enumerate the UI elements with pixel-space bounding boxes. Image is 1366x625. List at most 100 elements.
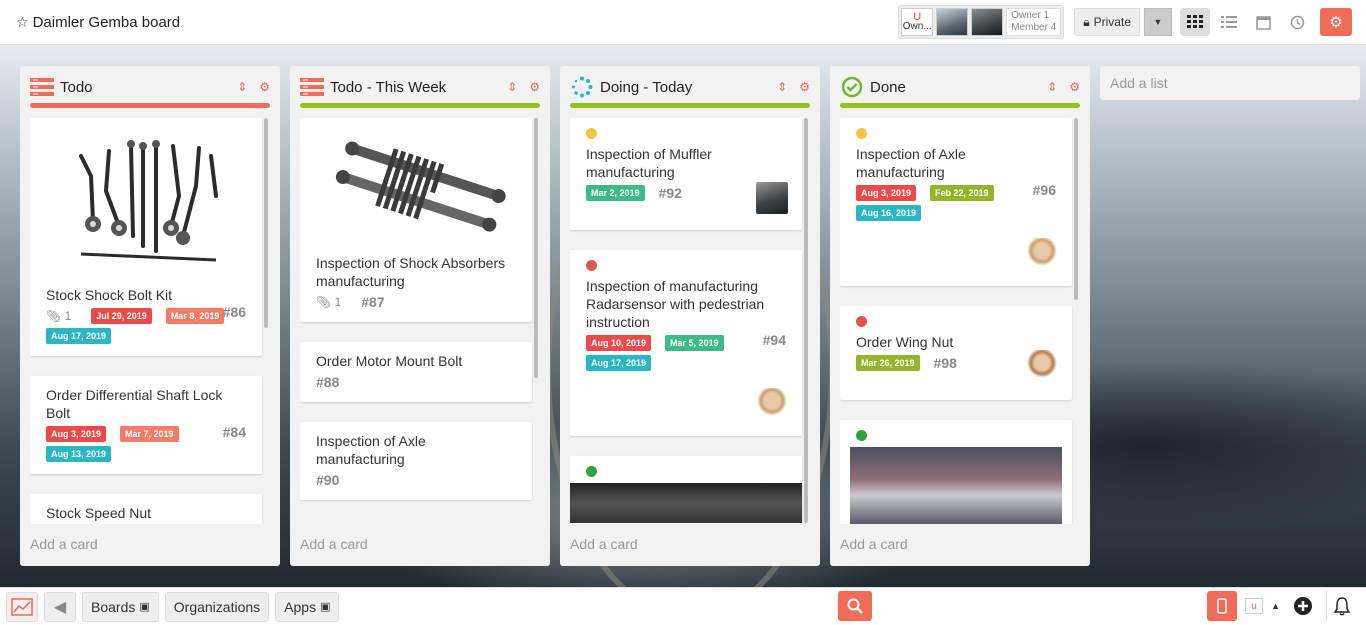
member-avatar[interactable] [936,8,969,36]
card[interactable]: Inspection of Muffler manufacturing Mar … [570,118,802,230]
gear-icon[interactable]: ⚙ [1069,80,1080,94]
card-badges: #90 [316,472,516,488]
board-settings-button[interactable]: ⚙ [1320,8,1352,36]
card[interactable]: Stock Shock Bolt Kit 📎︎ 1 Jul 29, 2019 #… [30,118,262,356]
mobile-icon [1217,598,1227,614]
activity-chart-button[interactable] [6,591,38,622]
list-icon [300,77,324,97]
end-date-tag: Aug 17, 2019 [46,328,112,344]
attachment-badge: 📎︎ 1 [316,295,341,309]
start-date-tag: Mar 7, 2019 [120,426,179,442]
owner-avatar[interactable]: U Own... [901,8,934,36]
list-title: Doing - Today [600,78,693,96]
mobile-view-button[interactable] [1207,591,1238,621]
assignee-avatar[interactable] [756,388,788,420]
end-date-tag: Aug 13, 2019 [46,446,112,462]
sort-icon[interactable]: ⇕ [1047,80,1057,94]
list-header[interactable]: Todo ⇕ ⚙ [20,66,280,108]
card[interactable]: Order Motor Mount Bolt #88 [300,342,532,402]
list-header[interactable]: Todo - This Week ⇕ ⚙ [290,66,550,108]
status-dot [856,430,867,441]
gear-icon[interactable]: ⚙ [799,80,810,94]
card-badges: Aug 10, 2019 Mar 5, 2019 #94 Aug 17, 201… [586,332,786,371]
card-title: Inspection of Axle manufacturing [856,146,966,180]
caret-up-icon[interactable]: ▲ [1271,601,1280,611]
plus-circle-icon [1294,597,1312,615]
gear-icon: ⚙ [1329,14,1343,31]
member-summary[interactable]: Owner 1 Member 4 [1006,8,1062,36]
apps-menu-button[interactable]: Apps ▣ [275,591,340,622]
search-icon [847,598,863,614]
scrollbar[interactable] [264,118,268,328]
list-header[interactable]: Doing - Today ⇕ ⚙ [560,66,820,108]
add-button[interactable] [1288,591,1318,621]
add-card-button[interactable]: Add a card [840,536,908,552]
scrollbar[interactable] [804,118,808,523]
card[interactable]: Order Wing Nut Mar 26, 2019 #98 [840,306,1072,400]
card-number: #92 [658,185,682,201]
sound-toggle-button[interactable]: ◀ [44,591,76,622]
list-title: Todo [60,78,93,96]
grid-view-button[interactable] [1180,8,1210,36]
scrollbar[interactable] [1074,118,1078,300]
add-card-button[interactable]: Add a card [30,536,98,552]
add-card-button[interactable]: Add a card [300,536,368,552]
add-list-button[interactable]: Add a list [1100,66,1360,100]
list-view-button[interactable] [1214,8,1244,36]
gear-icon[interactable]: ⚙ [529,80,540,94]
privacy-label: Private [1093,15,1131,29]
scrollbar[interactable] [534,118,538,378]
privacy-button[interactable]: 🔒︎ Private [1074,8,1140,36]
card[interactable]: Order Differential Shaft Lock Bolt Aug 3… [30,376,262,474]
card-number: #94 [762,332,786,348]
paperclip-icon: 📎︎ [316,295,332,309]
sort-icon[interactable]: ⇕ [777,80,787,94]
boards-menu-button[interactable]: Boards ▣ [82,591,159,622]
start-date-tag: Mar 5, 2019 [665,335,724,351]
assignee-avatar[interactable] [1026,350,1058,382]
due-date-tag: Aug 10, 2019 [586,335,652,351]
card-title: Inspection of Muffler manufacturing [586,146,712,180]
card[interactable]: Inspection of Axle manufacturing #90 [300,422,532,500]
date-tag: Mar 2, 2019 [586,185,645,201]
card[interactable]: Inspection of Shock Absorbers manufactur… [300,118,532,322]
paperclip-icon: 📎︎ [46,309,62,323]
card-number: #87 [361,294,385,310]
spinner-icon [570,76,594,98]
user-avatar[interactable]: u [1245,598,1264,614]
grid-icon [1187,15,1203,28]
activity-button[interactable] [1282,8,1312,36]
card[interactable]: Inspection of manufacturing Radarsensor … [570,250,802,436]
calendar-icon [1255,15,1271,30]
assignee-avatar[interactable] [756,182,788,214]
add-card-button[interactable]: Add a card [570,536,638,552]
members-panel: U Own... Owner 1 Member 4 [898,5,1065,39]
card[interactable] [570,456,802,524]
sort-icon[interactable]: ⇕ [237,80,247,94]
owner-count: Owner 1 [1011,10,1050,21]
card[interactable]: Inspection of Axle manufacturing Aug 3, … [840,118,1072,286]
calendar-view-button[interactable] [1248,8,1278,36]
board-title[interactable]: Daimler Gemba board [33,14,181,31]
notifications-button[interactable] [1326,591,1356,621]
assignee-avatar[interactable] [1026,238,1058,270]
bell-icon [1333,597,1350,616]
list-color-bar [300,103,540,108]
organizations-button[interactable]: Organizations [164,591,270,622]
gear-icon[interactable]: ⚙ [259,80,270,94]
status-dot [856,316,867,327]
sort-icon[interactable]: ⇕ [507,80,517,94]
card-title: Order Differential Shaft Lock Bolt [46,387,223,421]
card[interactable]: Stock Speed Nut [30,494,262,524]
card-badges: Aug 3, 2019 Mar 7, 2019 #84 Aug 13, 2019 [46,424,246,462]
card-cover-image [570,483,802,523]
card[interactable] [840,420,1072,524]
card-title: Order Motor Mount Bolt [316,353,463,369]
caret-square-down-icon: ▣ [139,601,150,613]
member-avatar[interactable] [971,8,1004,36]
privacy-dropdown-toggle[interactable]: ▼ [1144,8,1172,36]
search-button[interactable] [838,591,872,621]
star-icon[interactable]: ☆ [16,14,29,31]
card-number: #96 [1032,182,1056,198]
list-header[interactable]: Done ⇕ ⚙ [830,66,1090,108]
